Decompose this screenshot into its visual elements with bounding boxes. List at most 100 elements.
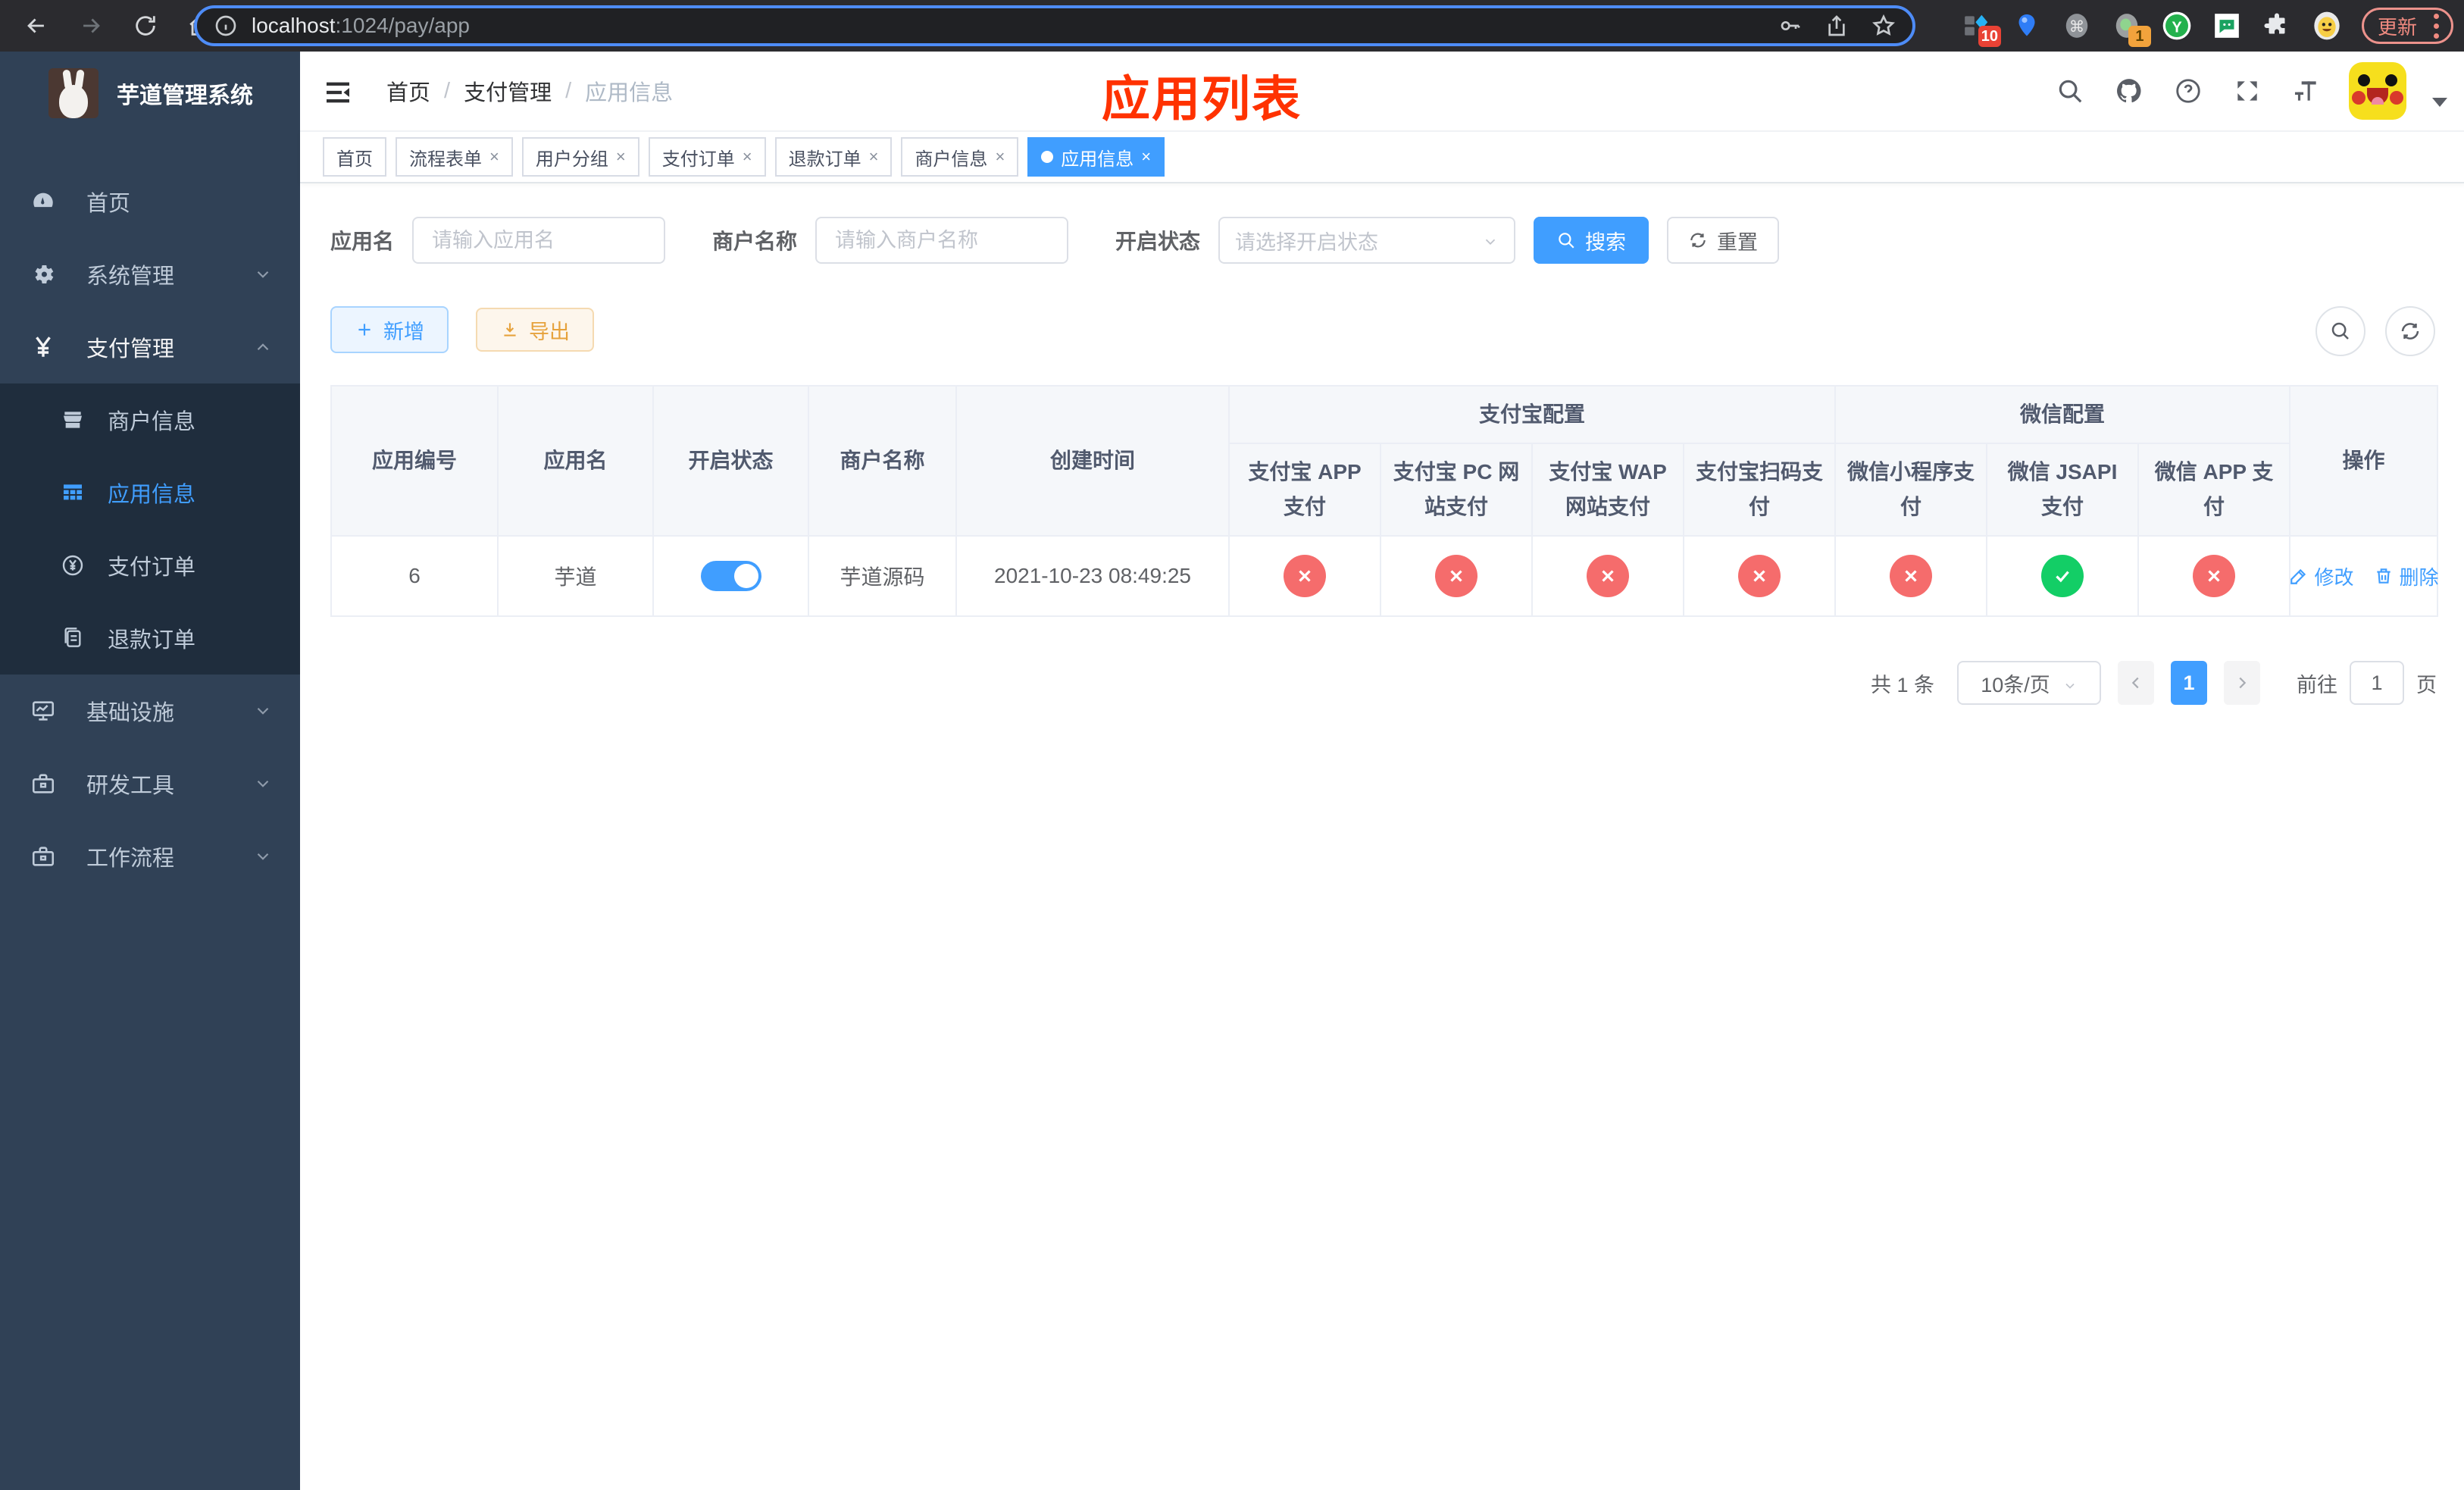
sidebar-collapse-icon[interactable] xyxy=(323,77,353,105)
close-icon[interactable]: × xyxy=(743,147,752,167)
sidebar-item-app-info[interactable]: 应用信息 xyxy=(0,456,300,529)
toolbox-icon xyxy=(30,771,56,797)
chevron-down-icon xyxy=(253,265,273,284)
gear-icon xyxy=(30,261,56,287)
add-button[interactable]: 新增 xyxy=(330,306,449,353)
app-name-input[interactable] xyxy=(412,217,666,264)
toggle-search-button[interactable] xyxy=(2315,306,2366,356)
browser-menu-kebab-icon[interactable] xyxy=(2428,13,2445,39)
browser-back-icon[interactable] xyxy=(20,9,53,42)
search-icon[interactable] xyxy=(2053,74,2087,108)
tag-merchant-info[interactable]: 商户信息 × xyxy=(901,137,1019,177)
delete-link[interactable]: 删除 xyxy=(2374,562,2439,590)
user-menu-caret-icon[interactable] xyxy=(2432,98,2448,107)
prev-page-button[interactable] xyxy=(2118,661,2154,705)
sidebar-item-payment[interactable]: 支付管理 xyxy=(0,311,300,383)
address-bar[interactable]: localhost:1024/pay/app xyxy=(194,5,1915,46)
svg-text:⌘: ⌘ xyxy=(2069,18,2085,36)
extension-badge: 10 xyxy=(1978,26,2001,47)
wx-jsapi-status-icon xyxy=(2041,555,2084,597)
search-button[interactable]: 搜索 xyxy=(1534,217,1649,264)
help-icon[interactable] xyxy=(2172,74,2205,108)
browser-toolbar: localhost:1024/pay/app 10 ⌘ 1 Y 更新 xyxy=(0,0,2464,52)
cell-enabled xyxy=(652,535,809,617)
app-logo[interactable]: 芋道管理系统 xyxy=(0,52,300,135)
payment-submenu: 商户信息 应用信息 支付订单 退款订单 xyxy=(0,383,300,675)
next-page-button[interactable] xyxy=(2224,661,2260,705)
rabbit-logo-icon xyxy=(48,68,98,118)
tag-app-info[interactable]: 应用信息 × xyxy=(1027,137,1165,177)
tag-refund-orders[interactable]: 退款订单 × xyxy=(774,137,893,177)
col-created: 创建时间 xyxy=(955,385,1230,537)
browser-update-button[interactable]: 更新 xyxy=(2361,8,2453,44)
close-icon[interactable]: × xyxy=(995,147,1005,167)
sidebar-item-merchant-info[interactable]: 商户信息 xyxy=(0,383,300,456)
tag-pay-orders[interactable]: 支付订单 × xyxy=(648,137,766,177)
edit-link[interactable]: 修改 xyxy=(2289,562,2354,590)
extension-balloon-icon[interactable] xyxy=(2012,11,2042,41)
close-icon[interactable]: × xyxy=(1141,147,1151,167)
sidebar-item-home[interactable]: 首页 xyxy=(0,165,300,238)
sidebar-item-system[interactable]: 系统管理 xyxy=(0,238,300,311)
yen-icon xyxy=(30,334,56,360)
page-number-1[interactable]: 1 xyxy=(2171,661,2207,705)
extension-diamond-icon[interactable]: 10 xyxy=(1962,11,2001,47)
sidebar-item-refund-orders[interactable]: 退款订单 xyxy=(0,602,300,675)
breadcrumb: 首页 / 支付管理 / 应用信息 xyxy=(386,75,673,107)
grid-icon xyxy=(61,480,85,505)
breadcrumb-section[interactable]: 支付管理 xyxy=(464,75,552,107)
close-icon[interactable]: × xyxy=(869,147,879,167)
site-info-icon[interactable] xyxy=(211,11,241,41)
extension-y-icon[interactable]: Y xyxy=(2162,11,2192,41)
sidebar-item-pay-orders[interactable]: 支付订单 xyxy=(0,529,300,602)
extension-badge: 1 xyxy=(2128,26,2151,47)
dashboard-icon xyxy=(30,189,56,214)
enabled-toggle[interactable] xyxy=(700,561,761,591)
tag-home[interactable]: 首页 xyxy=(323,137,386,177)
tag-user-group[interactable]: 用户分组 × xyxy=(521,137,639,177)
extensions-puzzle-icon[interactable] xyxy=(2262,11,2292,41)
status-select[interactable]: 请选择开启状态 xyxy=(1218,217,1516,264)
page-size-select[interactable]: 10条/页 xyxy=(1957,661,2101,705)
extension-command-icon[interactable]: ⌘ xyxy=(2062,11,2092,41)
svg-text:Y: Y xyxy=(2172,19,2182,36)
extension-chat-icon[interactable] xyxy=(2212,11,2242,41)
documents-icon xyxy=(61,626,85,650)
sidebar-item-infrastructure[interactable]: 基础设施 xyxy=(0,675,300,747)
red-annotation: 应用列表 xyxy=(1102,72,1302,127)
sidebar-item-workflow[interactable]: 工作流程 xyxy=(0,820,300,893)
close-icon[interactable]: × xyxy=(616,147,626,167)
share-icon[interactable] xyxy=(1821,11,1852,41)
url-text[interactable]: localhost:1024/pay/app xyxy=(252,14,1758,38)
toolbox-icon xyxy=(30,844,56,869)
browser-reload-icon[interactable] xyxy=(129,9,162,42)
profile-smiley-avatar[interactable] xyxy=(2312,11,2342,41)
table-toolbar: 新增 导出 xyxy=(330,306,2438,356)
close-icon[interactable]: × xyxy=(489,147,499,167)
goto-page-input[interactable] xyxy=(2350,661,2404,705)
chevron-up-icon xyxy=(253,337,273,357)
export-button[interactable]: 导出 xyxy=(476,308,594,352)
cell-created: 2021-10-23 08:49:25 xyxy=(955,535,1230,617)
github-icon[interactable] xyxy=(2112,74,2146,108)
bookmark-star-icon[interactable] xyxy=(1868,11,1899,41)
fullscreen-icon[interactable] xyxy=(2231,74,2264,108)
merchant-name-input[interactable] xyxy=(815,217,1069,264)
breadcrumb-home[interactable]: 首页 xyxy=(386,75,430,107)
font-size-icon[interactable] xyxy=(2290,74,2323,108)
cell-app-id: 6 xyxy=(330,535,499,617)
password-key-icon[interactable] xyxy=(1775,11,1805,41)
browser-forward-icon[interactable] xyxy=(74,9,108,42)
tag-process-form[interactable]: 流程表单 × xyxy=(396,137,513,177)
top-navbar: 首页 / 支付管理 / 应用信息 应用列表 xyxy=(300,52,2464,130)
table-row: 6 芋道 芋道源码 2021-10-23 08:49:25 修改 删除 xyxy=(330,535,2439,617)
total-count: 共 1 条 xyxy=(1870,673,1934,696)
extension-profile-icon[interactable]: 1 xyxy=(2112,11,2151,47)
refresh-button[interactable] xyxy=(2385,306,2436,356)
app-table: 应用编号 应用名 开启状态 商户名称 创建时间 支付宝配置 微信配置 操作 支付… xyxy=(330,385,2439,617)
user-avatar[interactable] xyxy=(2349,62,2407,120)
reset-button[interactable]: 重置 xyxy=(1667,217,1780,264)
sidebar-item-dev-tools[interactable]: 研发工具 xyxy=(0,747,300,820)
group-alipay-config: 支付宝配置 xyxy=(1227,385,1837,444)
col-wx-jsapi: 微信 JSAPI 支付 xyxy=(1986,443,2140,537)
